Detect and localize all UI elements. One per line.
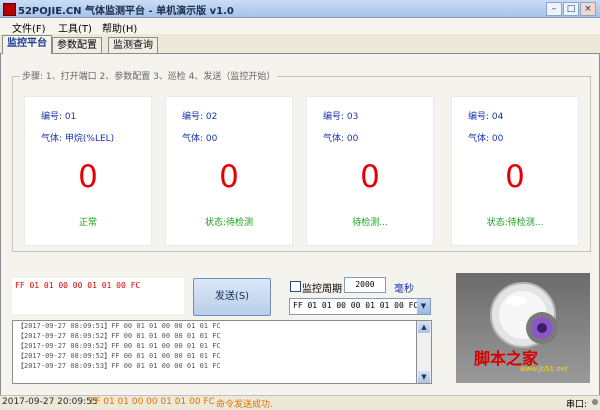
period-checkbox[interactable] (290, 281, 301, 292)
log-line: 【2017-09-27 08:09:52】FF 00 01 01 00 00 0… (17, 332, 221, 340)
log-line: 【2017-09-27 08:09:52】FF 00 01 01 00 00 0… (17, 352, 221, 360)
menu-tools[interactable]: 工具(T) (58, 20, 92, 35)
sensor-status: 状态:待检测... (486, 218, 544, 228)
status-command: FF 01 01 00 00 01 01 00 FC (90, 397, 215, 407)
status-port: 串口: (566, 400, 588, 410)
log-line: 【2017-09-27 08:09:53】FF 00 01 01 00 00 0… (17, 362, 221, 370)
menu-bar: 文件(F) 工具(T) 帮助(H) (0, 18, 600, 35)
title-bar: 52POJIE.CN 气体监测平台 - 单机演示版 v1.0 – □ × (0, 0, 600, 18)
status-time: 2017-09-27 20:09:55 (2, 397, 98, 407)
command-select[interactable]: FF 01 01 00 00 01 01 00 FC ▼ (289, 298, 431, 315)
command-text-area[interactable]: FF 01 01 00 00 01 01 00 FC (12, 278, 184, 314)
menu-help[interactable]: 帮助(H) (102, 20, 137, 35)
scroll-up-icon[interactable]: ▲ (418, 321, 430, 333)
sensor-gas: 气体: 00 (468, 134, 504, 144)
command-select-value: FF 01 01 00 00 01 01 00 FC (293, 301, 419, 310)
chevron-down-icon[interactable]: ▼ (417, 299, 430, 314)
sensor-gas: 气体: 甲烷(%LEL) (41, 134, 115, 144)
sensor-card-02: 编号: 02 气体: 00 0 状态:待检测 (165, 96, 293, 246)
sensor-value: 0 (78, 159, 98, 195)
scroll-down-icon[interactable]: ▼ (418, 371, 430, 383)
sensor-number: 编号: 02 (182, 112, 218, 122)
sensor-number: 编号: 04 (468, 112, 504, 122)
status-message: 命令发送成功. (216, 400, 273, 410)
sensor-card-04: 编号: 04 气体: 00 0 状态:待检测... (451, 96, 579, 246)
port-indicator-icon (592, 399, 598, 405)
sensor-card-01: 编号: 01 气体: 甲烷(%LEL) 0 正常 (24, 96, 152, 246)
tab-query[interactable]: 监测查询 (108, 37, 158, 53)
logo-panel: 脚本之家 www.jb51.net (456, 273, 590, 383)
sensor-value: 0 (505, 159, 525, 195)
sensor-value: 0 (219, 159, 239, 195)
log-scrollbar[interactable]: ▲ ▼ (416, 320, 432, 384)
steps-label: 步骤: 1、打开端口 2、参数配置 3、巡检 4、发送（监控开始） (20, 69, 278, 82)
sensor-status: 待检测... (352, 218, 388, 228)
logo-url: www.jb51.net (520, 365, 568, 373)
period-unit: 毫秒 (394, 284, 414, 295)
sensor-value: 0 (360, 159, 380, 195)
minimize-button[interactable]: – (546, 2, 562, 16)
log-line: 【2017-09-27 08:09:52】FF 00 01 01 00 00 0… (17, 342, 221, 350)
sensor-gas: 气体: 00 (323, 134, 359, 144)
log-line: 【2017-09-27 08:09:51】FF 00 01 01 00 00 0… (17, 322, 221, 330)
close-button[interactable]: × (580, 2, 596, 16)
sensor-number: 编号: 01 (41, 112, 77, 122)
sensor-gas: 气体: 00 (182, 134, 218, 144)
tab-monitor[interactable]: 监控平台 (2, 35, 52, 54)
status-bar: 2017-09-27 20:09:55 FF 01 01 00 00 01 01… (0, 395, 600, 410)
sensor-status: 正常 (78, 218, 97, 228)
app-icon (3, 3, 16, 16)
send-button[interactable]: 发送(S) (193, 278, 271, 316)
log-box[interactable]: 【2017-09-27 08:09:51】FF 00 01 01 00 00 0… (12, 320, 418, 384)
period-input[interactable]: 2000 (344, 277, 386, 293)
maximize-button[interactable]: □ (563, 2, 579, 16)
window-title: 52POJIE.CN 气体监测平台 - 单机演示版 v1.0 (18, 6, 234, 17)
menu-file[interactable]: 文件(F) (12, 20, 46, 35)
sensor-number: 编号: 03 (323, 112, 359, 122)
tab-strip: 监控平台 参数配置 监测查询 (0, 35, 600, 54)
sensor-status: 状态:待检测 (204, 218, 254, 228)
command-text: FF 01 01 00 00 01 01 00 FC (15, 281, 141, 290)
tab-params[interactable]: 参数配置 (52, 37, 102, 53)
period-label: 监控周期 (302, 284, 342, 295)
sensor-card-03: 编号: 03 气体: 00 0 待检测... (306, 96, 434, 246)
